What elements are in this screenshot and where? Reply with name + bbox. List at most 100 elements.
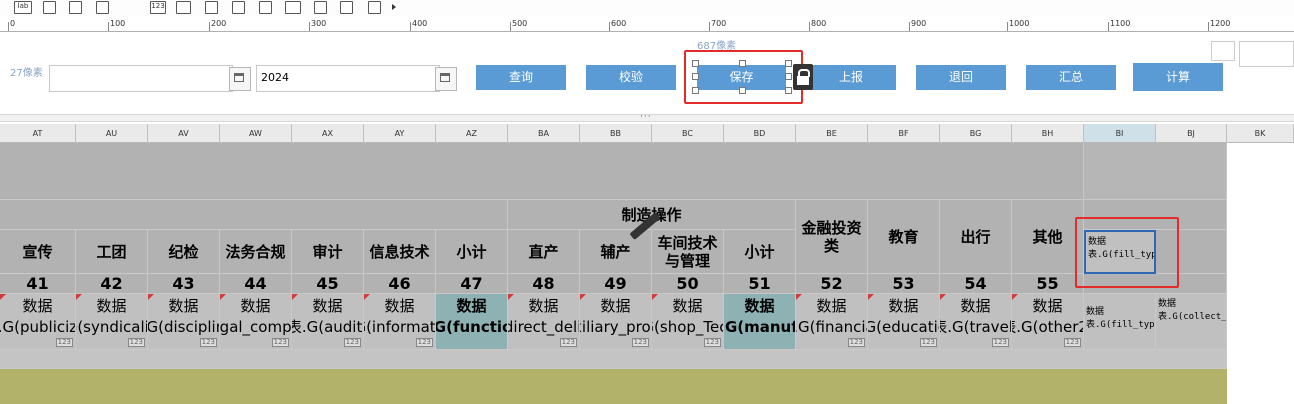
number-icon[interactable]: 123 (150, 1, 166, 14)
empty-row[interactable] (0, 350, 1227, 369)
column-header[interactable]: BC (652, 124, 724, 143)
number-cell[interactable]: 49 (580, 274, 652, 294)
formula-cell[interactable]: 数据表.G(travel) 123 (940, 294, 1012, 350)
header-cell[interactable]: 教育 (868, 200, 940, 274)
calendar-icon[interactable] (435, 67, 457, 91)
radio-icon[interactable] (340, 1, 353, 14)
window-icon[interactable] (205, 1, 218, 14)
lock-icon[interactable] (793, 64, 813, 90)
column-header[interactable]: BG (940, 124, 1012, 143)
column-header[interactable]: AX (292, 124, 364, 143)
more-arrow-icon[interactable] (392, 4, 396, 10)
formula-cell[interactable]: 数据表.G(direct_delivery) 123 (508, 294, 580, 350)
number-cell[interactable]: 53 (868, 274, 940, 294)
lab-icon[interactable]: lab (14, 1, 32, 14)
checkbox-icon[interactable] (43, 1, 56, 14)
formula-cell[interactable]: 数据表.G(audit) 123 (292, 294, 364, 350)
column-header[interactable]: AU (76, 124, 148, 143)
number-cell[interactable]: 55 (1012, 274, 1084, 294)
ruler-tick (309, 22, 310, 31)
query-button[interactable]: 查询 (476, 65, 566, 90)
calculate-button[interactable]: 计算 (1133, 63, 1223, 91)
formula-cell[interactable]: 数据表.G(manufa) (724, 294, 796, 350)
check-icon[interactable] (314, 1, 327, 14)
formula-cell[interactable]: 数据表.G(discipline) 123 (148, 294, 220, 350)
splitter[interactable]: ··· (0, 112, 1294, 122)
validate-button[interactable]: 校验 (586, 65, 676, 90)
column-header[interactable]: BH (1012, 124, 1084, 143)
header-cell[interactable]: 审计 (292, 230, 364, 274)
number-cell[interactable]: 41 (0, 274, 76, 294)
summary-button[interactable]: 汇总 (1026, 65, 1116, 90)
tree-icon[interactable] (368, 1, 381, 14)
header-cell[interactable]: 信息技术 (364, 230, 436, 274)
header-cell[interactable]: 金融投资类 (796, 200, 868, 274)
expand-icon[interactable] (259, 1, 272, 14)
column-header[interactable]: AZ (436, 124, 508, 143)
empty-cell[interactable] (0, 143, 1084, 200)
formula-cell[interactable]: 数据表.G(shop_Techn) 123 (652, 294, 724, 350)
formula-cell[interactable]: 数据表.G(collect_type) (1156, 294, 1227, 350)
formula-cell[interactable]: 数据表.G(other2) 123 (1012, 294, 1084, 350)
year-input[interactable]: 2024 (256, 65, 440, 92)
number-cell[interactable]: 47 (436, 274, 508, 294)
header-cell[interactable]: 直产 (508, 230, 580, 274)
number-cell[interactable]: 44 (220, 274, 292, 294)
header-cell[interactable]: 小计 (724, 230, 796, 274)
column-header[interactable]: AY (364, 124, 436, 143)
column-header[interactable]: BJ (1156, 124, 1227, 143)
number-cell[interactable]: 50 (652, 274, 724, 294)
formula-cell[interactable]: 数据表.G(fill_type) (1084, 294, 1156, 350)
header-cell[interactable]: 辅产 (580, 230, 652, 274)
empty-cell[interactable] (1084, 143, 1227, 200)
report-button[interactable]: 上报 (806, 65, 896, 90)
text-icon[interactable] (69, 1, 82, 14)
formula-cell[interactable]: 数据表.G(suxiliary_production) 123 (580, 294, 652, 350)
number-cell[interactable]: 52 (796, 274, 868, 294)
formula-cell[interactable]: 数据表.G(education) 123 (868, 294, 940, 350)
number-cell[interactable]: 54 (940, 274, 1012, 294)
empty-control[interactable] (1211, 41, 1235, 61)
formula-cell[interactable]: 数据表.G(syndicalism) 123 (76, 294, 148, 350)
column-header[interactable]: AT (0, 124, 76, 143)
column-header[interactable]: BB (580, 124, 652, 143)
column-header[interactable]: BE (796, 124, 868, 143)
list-icon[interactable] (176, 1, 191, 14)
drag-dots-icon[interactable]: ··· (640, 112, 652, 122)
header-cell[interactable]: 法务合规 (220, 230, 292, 274)
calendar-icon[interactable] (229, 67, 251, 91)
formula-cell[interactable]: 数据表.G(information) 123 (364, 294, 436, 350)
header-cell[interactable]: 工团 (76, 230, 148, 274)
header-cell[interactable]: 宣传 (0, 230, 76, 274)
empty-control[interactable] (1239, 41, 1294, 67)
first-input[interactable] (49, 65, 233, 92)
formula-cell[interactable]: 数据表.G(function) (436, 294, 508, 350)
formula-cell[interactable]: 数据表.G(financial) 123 (796, 294, 868, 350)
image-icon[interactable] (232, 1, 245, 14)
header-cell[interactable]: 纪检 (148, 230, 220, 274)
olive-row[interactable] (0, 369, 1227, 404)
return-button[interactable]: 退回 (916, 65, 1006, 90)
column-header[interactable]: BK (1227, 124, 1294, 143)
number-cell[interactable]: 46 (364, 274, 436, 294)
column-header[interactable]: BA (508, 124, 580, 143)
column-header[interactable]: AV (148, 124, 220, 143)
column-header[interactable]: BD (724, 124, 796, 143)
column-header[interactable]: BI (1084, 124, 1156, 143)
formula-cell[interactable]: 数据表.G(publicize) 123 (0, 294, 76, 350)
column-header[interactable]: AW (220, 124, 292, 143)
header-cell[interactable]: 其他 (1012, 200, 1084, 274)
number-cell[interactable]: 48 (508, 274, 580, 294)
formula-cell[interactable]: 数据表.G(legal_compliance) 123 (220, 294, 292, 350)
header-cell[interactable]: 出行 (940, 200, 1012, 274)
number-cell[interactable]: 42 (76, 274, 148, 294)
empty-cell[interactable] (0, 200, 508, 230)
grid-icon[interactable] (96, 1, 109, 14)
header-cell[interactable]: 小计 (436, 230, 508, 274)
number-cell[interactable]: 51 (724, 274, 796, 294)
header-cell[interactable]: 车间技术与管理 (652, 230, 724, 274)
number-cell[interactable]: 43 (148, 274, 220, 294)
combo-icon[interactable] (285, 1, 301, 14)
column-header[interactable]: BF (868, 124, 940, 143)
number-cell[interactable]: 45 (292, 274, 364, 294)
